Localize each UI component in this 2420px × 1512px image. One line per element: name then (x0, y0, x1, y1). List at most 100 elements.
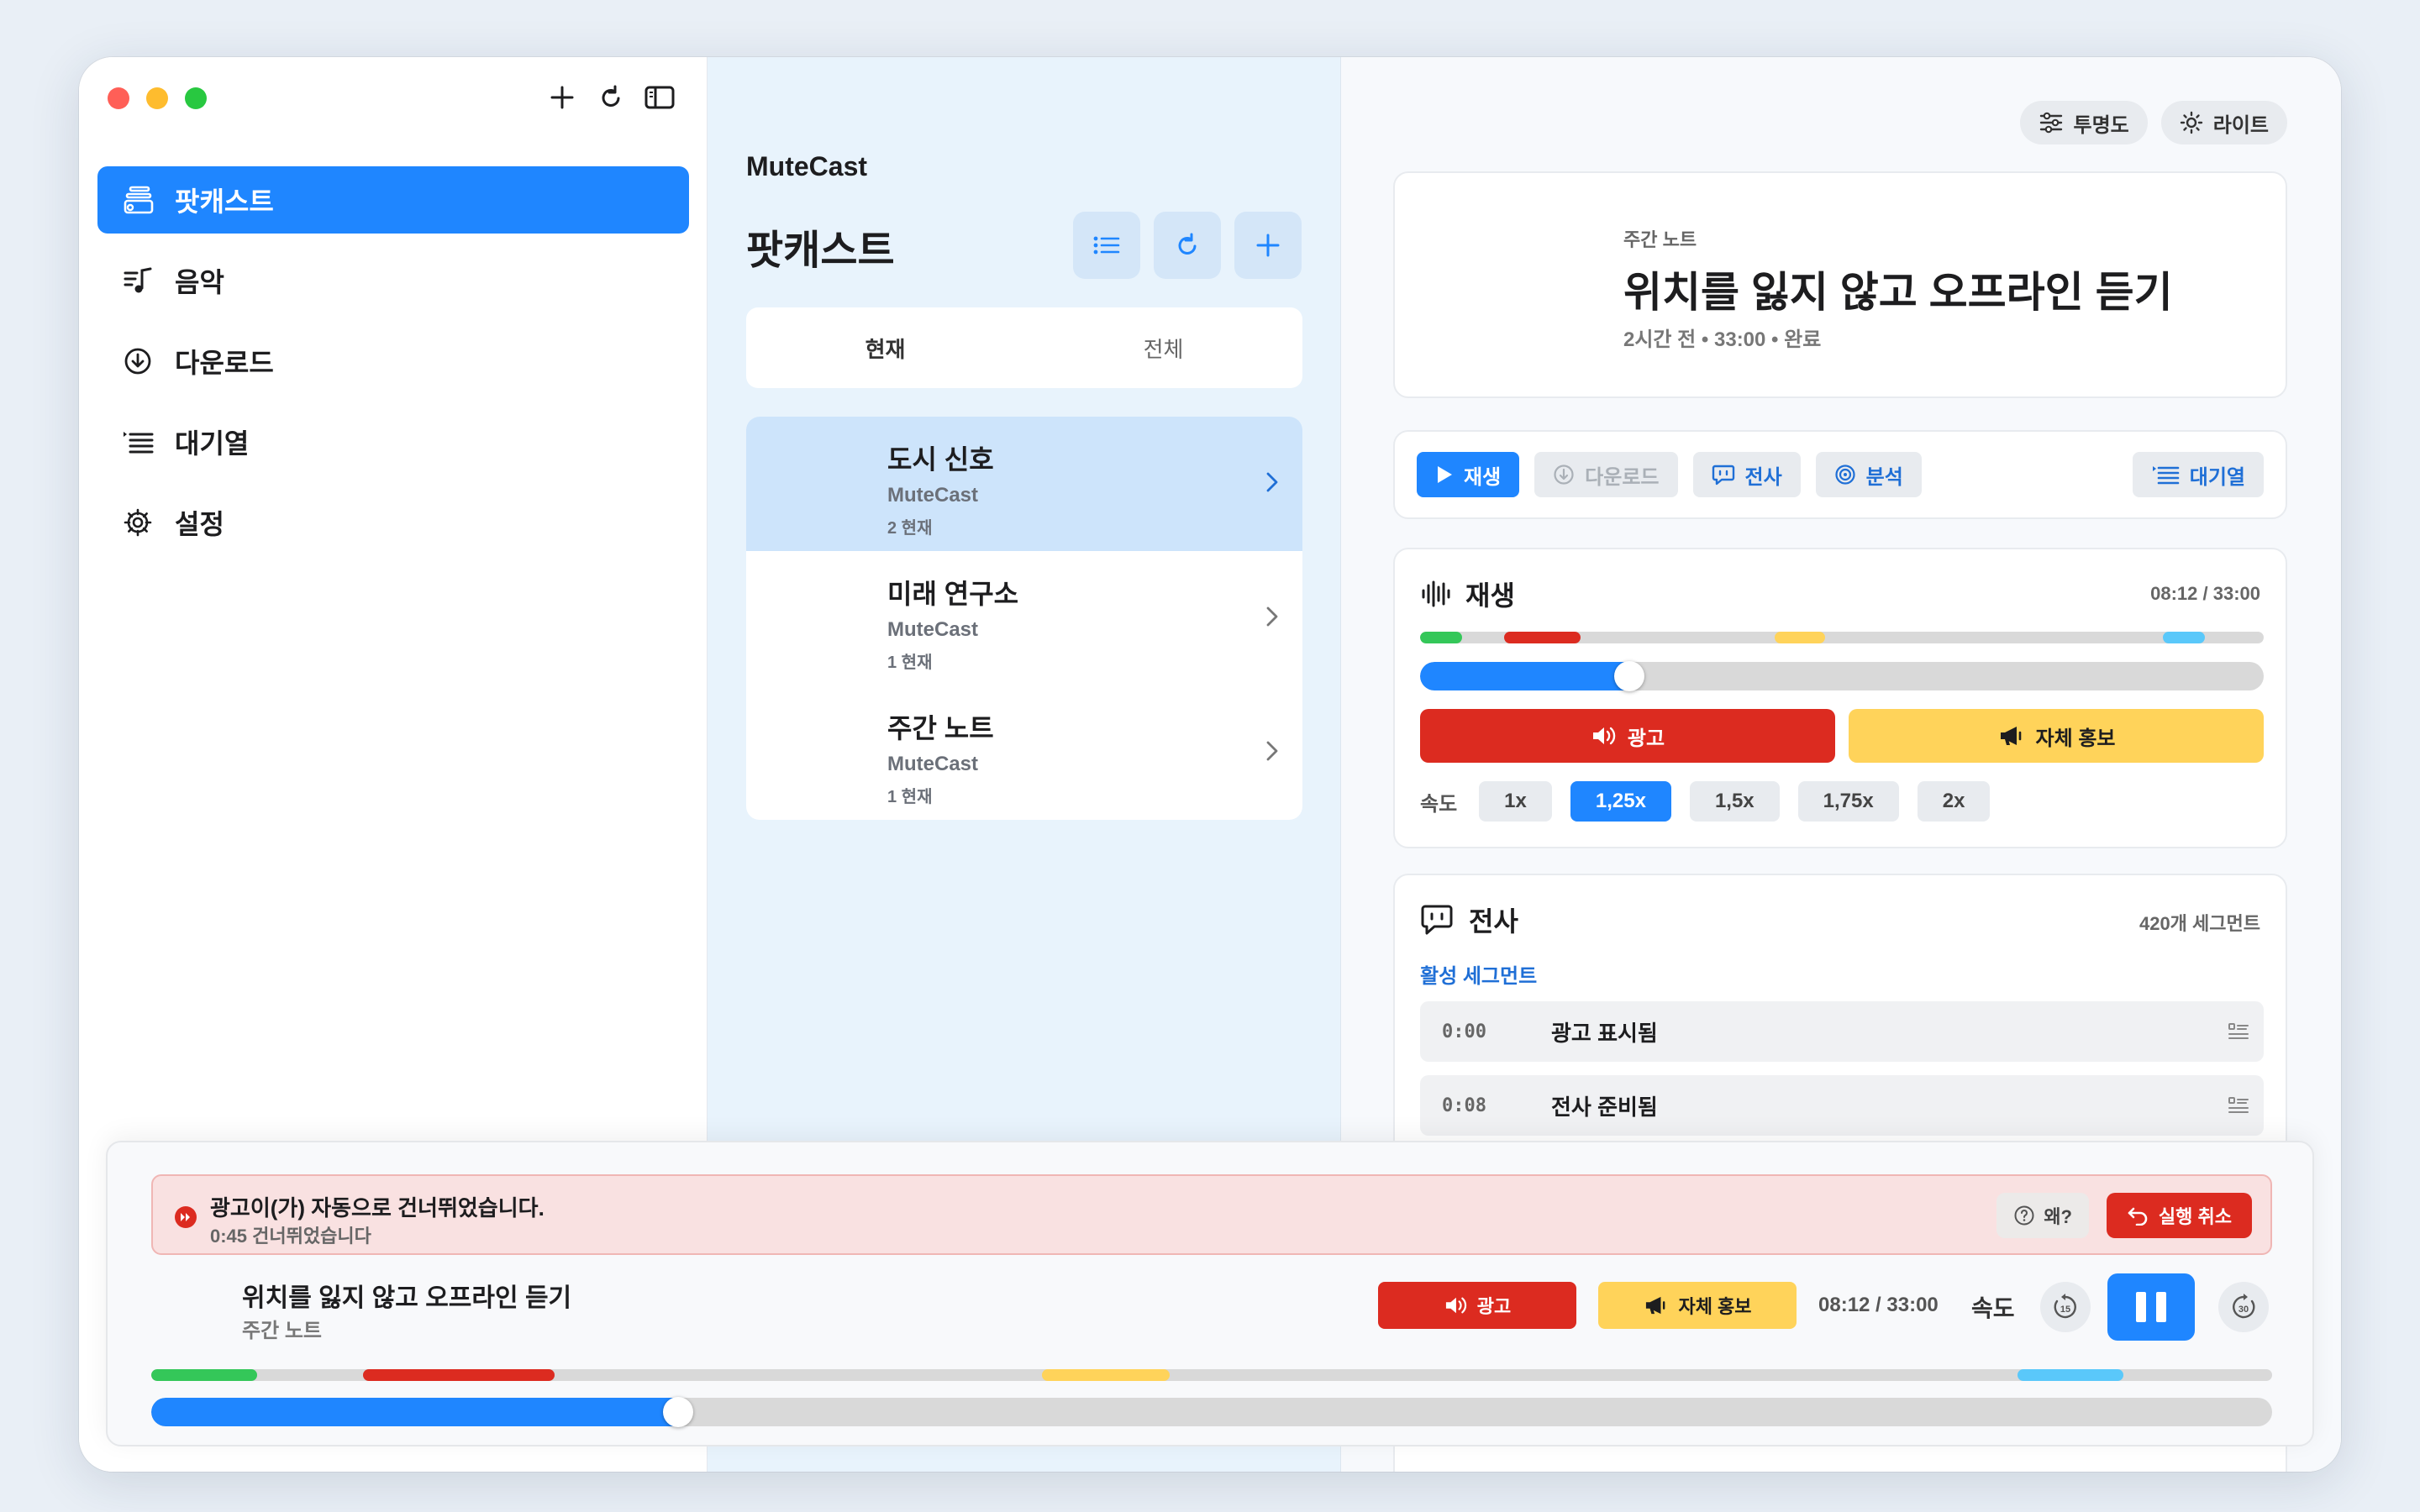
sidebar-item-music[interactable]: 음악 (97, 247, 689, 314)
mini-progress-slider[interactable] (151, 1398, 2272, 1426)
speed-option-1-25x[interactable]: 1,25x (1570, 781, 1671, 822)
sidebar-item-label: 설정 (175, 509, 224, 539)
refresh-button[interactable] (594, 81, 628, 114)
transcript-header: 전사 (1420, 900, 1518, 939)
transcript-row[interactable]: 0:08 전사 준비됨 (1420, 1075, 2264, 1136)
gear-icon (121, 506, 155, 539)
mini-speed-button[interactable]: 속도 (1971, 1290, 2015, 1324)
chevron-right-icon (1255, 734, 1289, 768)
svg-text:15: 15 (2060, 1305, 2070, 1315)
play-button[interactable]: 재생 (1417, 452, 1520, 497)
active-segment-link[interactable]: 활성 세그먼트 (1420, 959, 1537, 989)
sidebar-toggle-icon (644, 86, 675, 109)
close-window-button[interactable] (108, 87, 129, 109)
segment-time: 0:08 (1442, 1095, 1486, 1116)
segment-marker-intro (1420, 632, 1463, 643)
episode-actions: 재생 다운로드 전사 분석 대기열 (1393, 430, 2287, 519)
window-controls (108, 87, 207, 109)
tab-all[interactable]: 전체 (1024, 307, 1302, 388)
segment-marker-outro (2018, 1369, 2124, 1381)
skip-ad-button[interactable]: 광고 (1420, 709, 1835, 763)
pause-icon (2136, 1292, 2146, 1322)
playback-time: 08:12 / 33:00 (2150, 583, 2260, 604)
add-to-queue-button[interactable]: 대기열 (2132, 452, 2264, 497)
analysis-button[interactable]: 분석 (1815, 452, 1922, 497)
now-playing-title: 위치를 잃지 않고 오프라인 듣기 (242, 1284, 572, 1312)
pause-button[interactable] (2107, 1273, 2195, 1341)
speed-option-1-5x[interactable]: 1,5x (1689, 781, 1780, 822)
segment-timeline (1420, 632, 2264, 643)
refresh-list-button[interactable] (1154, 212, 1221, 279)
download-button[interactable]: 다운로드 (1534, 452, 1678, 497)
question-circle-icon (2014, 1205, 2034, 1226)
plus-icon (1256, 234, 1280, 257)
mini-skip-ad-button[interactable]: 광고 (1378, 1282, 1576, 1329)
skip-forward-button[interactable]: 30 (2218, 1282, 2269, 1332)
speaker-icon (1592, 727, 1616, 745)
speed-option-2x[interactable]: 2x (1917, 781, 1991, 822)
playback-card: 재생 08:12 / 33:00 광고 자체 홍보 속도 1x 1,25x 1,… (1393, 548, 2287, 848)
target-icon (1835, 465, 1855, 485)
add-podcast-button[interactable] (1234, 212, 1302, 279)
transcript-row[interactable]: 0:00 광고 표시됨 (1420, 1001, 2264, 1062)
segment-text: 전사 준비됨 (1551, 1094, 1658, 1120)
add-button[interactable] (545, 81, 579, 114)
skip-forward-30-icon: 30 (2233, 1294, 2255, 1319)
playback-header: 재생 (1420, 575, 1515, 613)
podcast-title: 주간 노트 (887, 713, 994, 743)
segment-detail-icon[interactable] (2213, 1021, 2264, 1042)
zoom-window-button[interactable] (185, 87, 207, 109)
segment-marker-outro (2162, 632, 2205, 643)
sidebar-item-downloads[interactable]: 다운로드 (97, 328, 689, 395)
podcast-count: 2 현재 (887, 519, 933, 538)
speed-option-1-75x[interactable]: 1,75x (1797, 781, 1899, 822)
minimize-window-button[interactable] (146, 87, 168, 109)
speech-bubble-icon (1421, 905, 1453, 935)
sidebar-item-settings[interactable]: 설정 (97, 489, 689, 556)
skip-promo-button[interactable]: 자체 홍보 (1849, 709, 2264, 763)
sidebar-item-queue[interactable]: 대기열 (97, 408, 689, 475)
mini-progress-knob[interactable] (663, 1397, 694, 1427)
list-view-button[interactable] (1073, 212, 1140, 279)
play-icon (1438, 466, 1452, 483)
podcast-source: MuteCast (887, 618, 979, 641)
transcript-button[interactable]: 전사 (1692, 452, 1801, 497)
segment-detail-icon[interactable] (2213, 1095, 2264, 1116)
chevron-right-icon (1255, 600, 1289, 633)
progress-fill (151, 1398, 687, 1426)
podcast-stack-icon (121, 183, 155, 217)
opacity-button[interactable]: 투명도 (2019, 101, 2148, 144)
theme-label: 라이트 (2212, 113, 2269, 137)
podcast-source: MuteCast (887, 484, 979, 507)
segment-marker-intro (151, 1369, 258, 1381)
notification-title: 광고이(가) 자동으로 건너뛰었습니다. (210, 1195, 544, 1221)
list-item[interactable]: 주간 노트 MuteCast 1 현재 (746, 685, 1302, 820)
theme-button[interactable]: 라이트 (2160, 101, 2287, 144)
queue-list-icon (2152, 466, 2180, 485)
transcript-title: 전사 (1469, 906, 1518, 937)
toggle-sidebar-button[interactable] (643, 81, 676, 114)
now-playing-show: 주간 노트 (242, 1320, 322, 1342)
tab-current[interactable]: 현재 (746, 307, 1024, 388)
skip-back-button[interactable]: 15 (2040, 1282, 2091, 1332)
mini-playback-time: 08:12 / 33:00 (1818, 1294, 1939, 1316)
list-item[interactable]: 미래 연구소 MuteCast 1 현재 (746, 551, 1302, 685)
undo-arrow-icon (2128, 1207, 2148, 1226)
why-button[interactable]: 왜? (1996, 1193, 2089, 1238)
podcast-list: 도시 신호 MuteCast 2 현재 미래 연구소 MuteCast 1 현재… (746, 417, 1302, 820)
mini-skip-promo-button[interactable]: 자체 홍보 (1598, 1282, 1797, 1329)
notification-subtitle: 0:45 건너뛰었습니다 (210, 1226, 371, 1247)
playback-progress-slider[interactable] (1420, 662, 2264, 690)
music-list-icon (121, 264, 155, 297)
megaphone-icon (2000, 727, 2021, 745)
podcast-count: 1 현재 (887, 788, 933, 806)
podcast-source: MuteCast (887, 753, 979, 775)
plus-icon (550, 86, 574, 109)
sidebar-item-podcasts[interactable]: 팟캐스트 (97, 166, 689, 234)
sidebar-item-label: 다운로드 (175, 348, 274, 378)
undo-button[interactable]: 실행 취소 (2106, 1193, 2252, 1238)
speed-option-1x[interactable]: 1x (1479, 781, 1552, 822)
list-item[interactable]: 도시 신호 MuteCast 2 현재 (746, 417, 1302, 551)
refresh-icon (1178, 233, 1197, 255)
list-icon (1093, 236, 1120, 255)
